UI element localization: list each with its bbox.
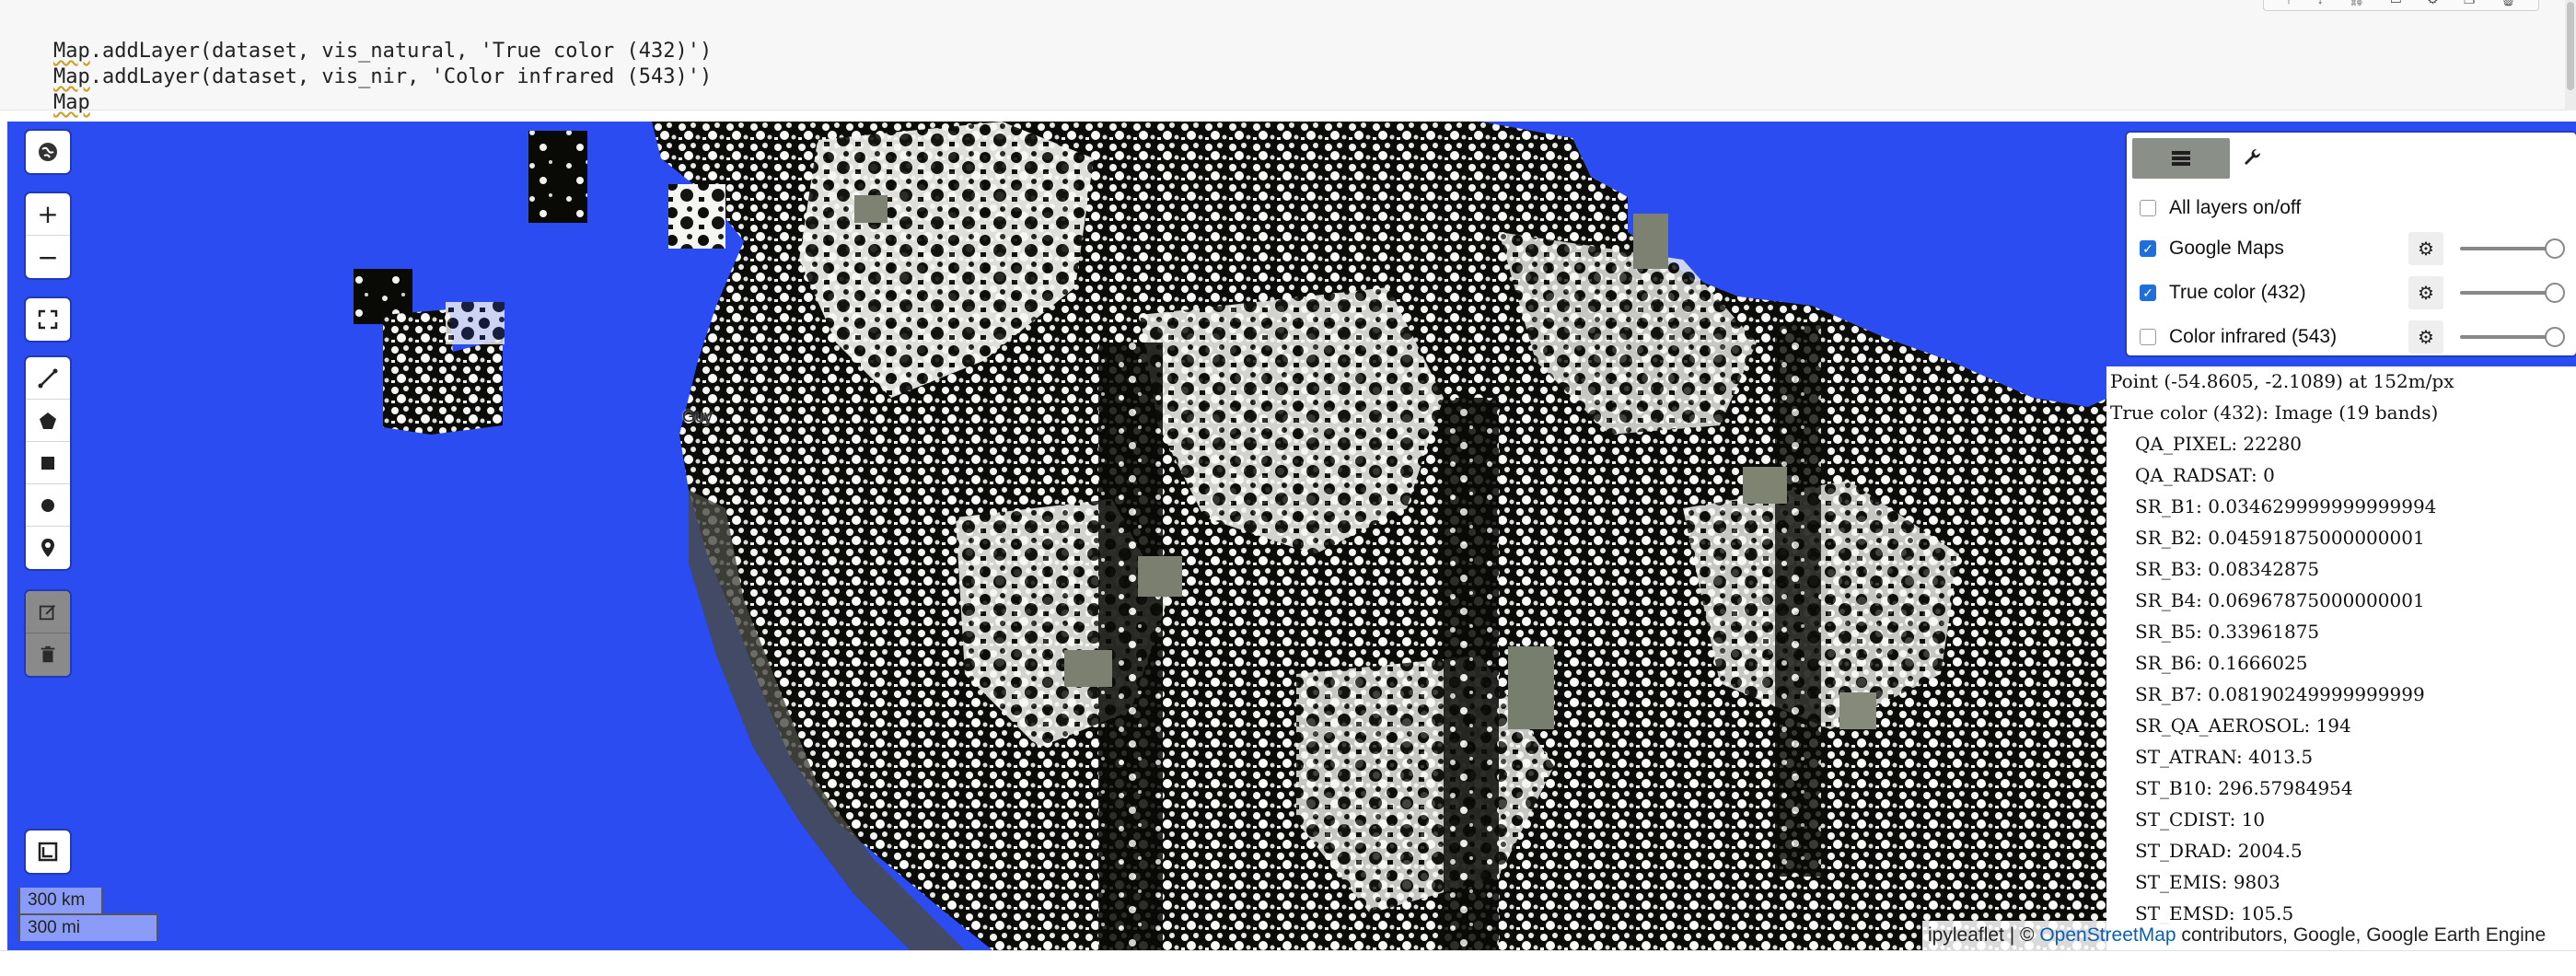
layer-label: Google Maps [2169,238,2284,259]
zoom-control[interactable]: + − [26,193,70,278]
inspector-band: ST_EMIS: 9803 [2135,871,2280,893]
settings-icon[interactable]: ⚙ [2427,0,2439,7]
place-label: Guy [682,407,714,425]
layers-square-icon[interactable] [26,831,70,873]
all-layers-label: All layers on/off [2169,197,2302,218]
layer-label: True color (432) [2169,282,2306,303]
inspector-band: SR_B4: 0.06967875000000001 [2135,589,2425,611]
inspector-band: SR_B5: 0.33961875 [2135,621,2320,643]
inspector-band: ST_CDIST: 10 [2135,808,2266,831]
tab-tools[interactable] [2230,138,2276,179]
inspector-panel: Point (-54.8605, -2.1089) at 152m/px Tru… [2106,366,2576,950]
inspector-band: SR_B1: 0.034629999999999994 [2135,495,2437,517]
layer-settings-button[interactable]: ⚙ [2408,232,2443,265]
draw-marker-icon[interactable] [26,527,70,569]
inspector-band: SR_B2: 0.04591875000000001 [2135,527,2425,549]
code-cell[interactable]: ↑ ↓ ⛓ ▭ ⚙ ❐ 🗑 Map.addLayer(dataset, vis_… [0,0,2576,114]
draw-polygon-icon[interactable] [26,400,70,442]
move-up-icon[interactable]: ↑ [2286,0,2292,6]
copy-icon[interactable]: ❐ [2464,0,2476,7]
code-line-2: Map.addLayer(dataset, vis_nir, 'Color in… [52,65,713,88]
inspector-band: SR_QA_AEROSOL: 194 [2135,715,2351,737]
move-down-icon[interactable]: ↓ [2317,0,2324,6]
draw-toolbar[interactable] [26,357,70,569]
code-line-3-text: Map [52,91,90,114]
inspector-band: QA_RADSAT: 0 [2135,464,2275,486]
layers-list-icon [2172,151,2190,166]
cell-toolbar: ↑ ↓ ⛓ ▭ ⚙ ❐ 🗑 [2263,0,2539,11]
inspector-band: ST_ATRAN: 4013.5 [2135,746,2314,768]
edit-layers-icon[interactable] [26,591,70,633]
gear-icon: ⚙ [2418,283,2434,304]
draw-circle-icon[interactable] [26,484,70,527]
link-icon[interactable]: ⛓ [2349,0,2365,7]
all-layers-row[interactable]: All layers on/off [2140,190,2301,227]
scale-mi: 300 mi [18,913,158,941]
draw-rectangle-icon[interactable] [26,442,70,484]
openstreetmap-link[interactable]: OpenStreetMap [2039,924,2176,946]
layer-label: Color infrared (543) [2169,326,2338,347]
inspector-band: ST_DRAD: 2004.5 [2135,840,2303,862]
layer-settings-button[interactable]: ⚙ [2408,276,2443,309]
gear-icon: ⚙ [2418,238,2434,260]
layer-checkbox-true-color[interactable]: ✓ [2140,285,2156,301]
output-footer [0,950,2576,976]
cell-scrollbar[interactable] [2565,0,2576,110]
fullscreen-control[interactable] [26,298,70,341]
tab-layers[interactable] [2132,138,2230,179]
comment-icon[interactable]: ▭ [2390,0,2402,7]
draw-polyline-icon[interactable] [26,357,70,400]
gear-icon: ⚙ [2418,327,2434,348]
zoom-in-button[interactable]: + [26,193,70,236]
globe-icon[interactable] [26,131,70,173]
map-widget[interactable]: Guy + − 300 km 300 mi All layers on/off … [7,122,2576,950]
delete-layers-icon[interactable] [26,633,70,676]
globe-control[interactable] [26,131,70,173]
edit-toolbar[interactable] [26,591,70,676]
all-layers-checkbox[interactable] [2140,200,2156,216]
attribution-prefix: ipyleaflet | © [1928,924,2040,946]
code-line-2-rest: .addLayer(dataset, vis_nir, 'Color infra… [89,65,713,88]
layer-manager: All layers on/off ✓ Google Maps ⚙ ✓ True… [2127,133,2576,355]
layer-row-true-color[interactable]: ✓ True color (432) [2140,274,2306,311]
inspector-band: SR_B7: 0.08190249999999999 [2135,683,2425,705]
basemap-control[interactable] [26,831,70,873]
inspector-band: QA_PIXEL: 22280 [2135,433,2303,455]
opacity-slider[interactable] [2460,282,2565,304]
layer-row-google-maps[interactable]: ✓ Google Maps [2140,230,2284,267]
inspector-band: ST_B10: 296.57984954 [2135,777,2353,799]
inspector-image: True color (432): Image (19 bands) [2110,401,2439,424]
inspector-point: Point (-54.8605, -2.1089) at 152m/px [2110,370,2454,392]
zoom-out-button[interactable]: − [26,236,70,278]
fullscreen-icon[interactable] [26,298,70,341]
inspector-band: SR_B3: 0.08342875 [2135,558,2320,580]
layer-row-color-infrared[interactable]: Color infrared (543) [2140,319,2337,355]
attribution-suffix: contributors, Google, Google Earth Engin… [2176,924,2547,946]
layer-manager-tabs [2132,138,2276,180]
inspector-band: SR_B6: 0.1666025 [2135,652,2308,674]
opacity-slider[interactable] [2460,238,2565,260]
layer-checkbox-color-infrared[interactable] [2140,329,2156,345]
opacity-slider[interactable] [2460,326,2565,348]
wrench-icon [2245,148,2261,165]
layer-settings-button[interactable]: ⚙ [2408,320,2443,354]
layer-checkbox-google-maps[interactable]: ✓ [2140,240,2156,257]
delete-icon[interactable]: 🗑 [2501,0,2517,7]
scale-km: 300 km [18,888,103,915]
map-attribution: ipyleaflet | © OpenStreetMap contributor… [1922,921,2576,950]
